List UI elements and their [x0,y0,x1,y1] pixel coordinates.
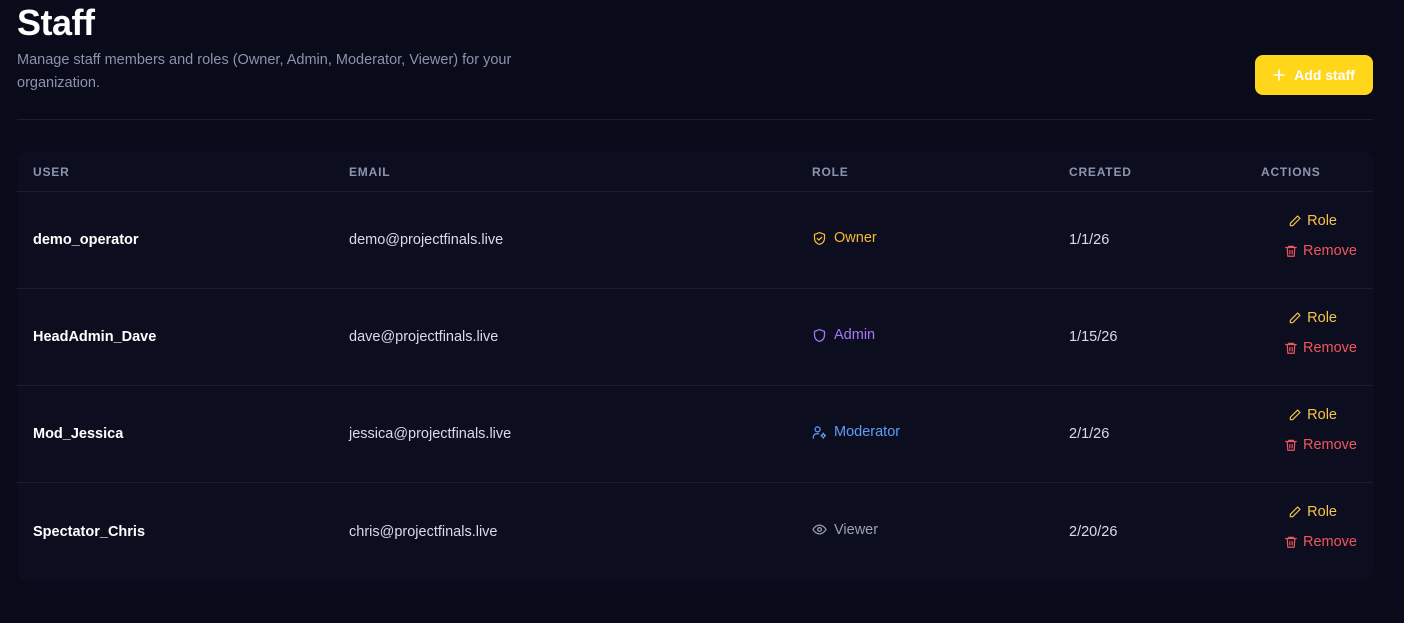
table-row: Spectator_Chris chris@projectfinals.live… [17,483,1373,580]
plus-icon [1273,69,1285,81]
staff-page: Staff Manage staff members and roles (Ow… [0,0,1404,623]
table-row: HeadAdmin_Dave dave@projectfinals.live A… [17,289,1373,386]
column-header-created: CREATED [1069,165,1132,179]
pencil-icon [1289,506,1301,518]
staff-table: USER EMAIL ROLE CREATED ACTIONS demo_ope… [17,152,1373,581]
row-actions: Role Remove [1257,310,1357,356]
role-badge: Moderator [812,424,900,440]
trash-icon [1285,536,1297,548]
shield-icon [813,328,826,342]
page-subtitle: Manage staff members and roles (Owner, A… [17,52,512,91]
header-divider [17,119,1373,120]
role-label: Admin [834,327,876,343]
remove-staff-button[interactable]: Remove [1284,534,1357,550]
column-header-role: ROLE [812,165,849,179]
role-label: Moderator [834,424,901,440]
page-header: Staff Manage staff members and roles (Ow… [17,0,1373,120]
table-header: USER EMAIL ROLE CREATED ACTIONS [17,152,1373,192]
trash-icon [1285,245,1297,257]
change-role-label: Role [1307,504,1337,520]
user-email: dave@projectfinals.live [349,329,499,345]
change-role-label: Role [1307,310,1337,326]
user-name: HeadAdmin_Dave [33,329,157,345]
trash-icon [1285,342,1297,354]
role-badge: Viewer [812,522,878,538]
trash-icon [1285,439,1297,451]
pencil-icon [1289,312,1301,324]
row-actions: Role Remove [1257,504,1357,550]
add-staff-button[interactable]: Add staff [1255,55,1373,95]
remove-staff-label: Remove [1303,340,1357,356]
role-label: Viewer [834,521,879,538]
remove-staff-label: Remove [1303,243,1357,259]
pencil-icon [1289,215,1301,227]
remove-staff-button[interactable]: Remove [1284,437,1357,453]
change-role-button[interactable]: Role [1288,310,1337,326]
remove-staff-label: Remove [1303,437,1357,453]
user-name: Mod_Jessica [33,426,124,442]
change-role-label: Role [1307,407,1337,423]
created-date: 2/20/26 [1069,523,1118,540]
change-role-label: Role [1307,213,1337,229]
user-email: demo@projectfinals.live [349,232,504,248]
change-role-button[interactable]: Role [1288,407,1337,423]
row-actions: Role Remove [1257,213,1357,259]
table-row: Mod_Jessica jessica@projectfinals.live M… [17,386,1373,483]
user-cog-icon [812,425,827,439]
user-email: jessica@projectfinals.live [349,426,512,442]
table-row: demo_operator demo@projectfinals.live Ow… [17,192,1373,289]
pencil-icon [1289,409,1301,421]
role-label: Owner [834,230,877,246]
role-badge: Owner [812,230,877,246]
page-title: Staff [17,2,95,43]
change-role-button[interactable]: Role [1288,504,1337,520]
eye-icon [812,524,827,535]
column-header-user: USER [33,165,70,179]
column-header-email: EMAIL [349,165,391,179]
shield-check-icon [813,231,826,245]
remove-staff-button[interactable]: Remove [1284,340,1357,356]
user-email: chris@projectfinals.live [349,523,498,540]
row-actions: Role Remove [1257,407,1357,453]
created-date: 1/15/26 [1069,329,1118,345]
change-role-button[interactable]: Role [1288,213,1337,229]
remove-staff-button[interactable]: Remove [1284,243,1357,259]
remove-staff-label: Remove [1303,534,1357,550]
add-staff-label: Add staff [1294,67,1355,83]
role-badge: Admin [812,327,875,343]
created-date: 2/1/26 [1069,426,1110,442]
user-name: Spectator_Chris [33,523,146,540]
user-name: demo_operator [33,232,139,248]
column-header-actions: ACTIONS [1261,165,1321,179]
created-date: 1/1/26 [1069,232,1110,248]
